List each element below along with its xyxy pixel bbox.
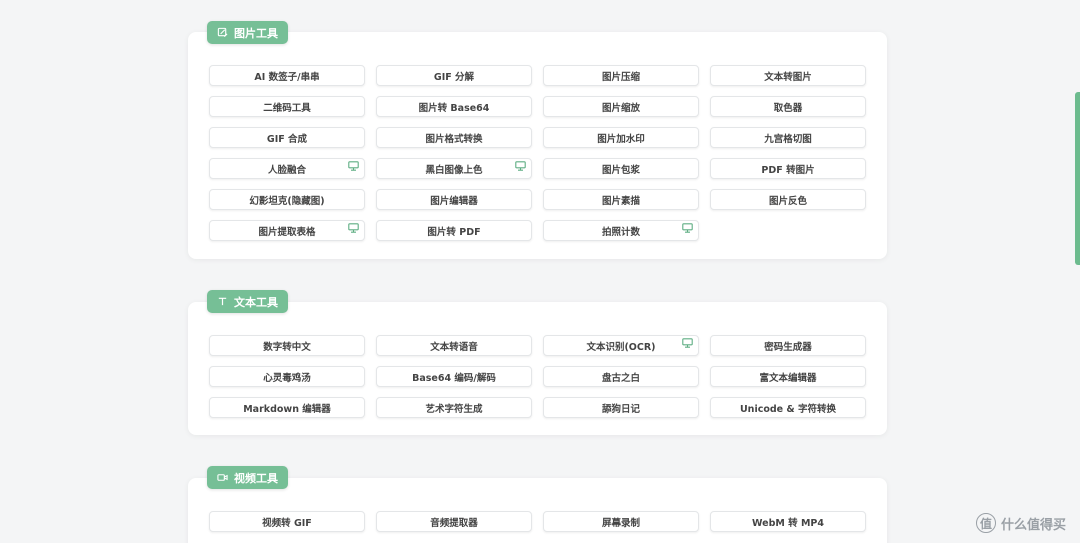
tool-label: Base64 编码/解码 — [412, 372, 496, 384]
tool-button[interactable]: Unicode & 字符转换 — [710, 397, 866, 418]
desktop-icon — [348, 161, 359, 171]
tool-button[interactable]: PDF 转图片 — [710, 158, 866, 179]
tool-button[interactable]: 图片加水印 — [543, 127, 699, 148]
tool-label: 九宫格切图 — [764, 133, 812, 145]
tool-label: 图片缩放 — [601, 102, 640, 114]
tool-button[interactable]: 黑白图像上色 — [376, 158, 532, 179]
tool-label: 二维码工具 — [263, 102, 311, 114]
tool-button[interactable]: 音频提取器 — [376, 511, 532, 532]
tool-label: 视频转 GIF — [262, 517, 312, 529]
image-edit-icon — [217, 27, 228, 38]
desktop-icon — [515, 161, 526, 171]
tool-label: 文本转语音 — [430, 341, 478, 353]
tool-button[interactable]: 数字转中文 — [209, 335, 365, 356]
tool-button[interactable]: 富文本编辑器 — [710, 366, 866, 387]
tool-label: 图片压缩 — [601, 71, 640, 83]
desktop-icon — [348, 223, 359, 233]
section-title: 文本工具 — [234, 295, 278, 309]
tool-button[interactable]: 密码生成器 — [710, 335, 866, 356]
tool-label: 艺术字符生成 — [425, 403, 483, 415]
tool-button[interactable]: 文本识别(OCR) — [543, 335, 699, 356]
watermark-logo: 值 — [975, 513, 996, 533]
tool-button[interactable]: 九宫格切图 — [710, 127, 866, 148]
tool-label: 黑白图像上色 — [425, 164, 483, 176]
tool-button[interactable]: 心灵毒鸡汤 — [209, 366, 365, 387]
tool-label: GIF 合成 — [266, 133, 308, 145]
tool-label: 图片提取表格 — [258, 226, 316, 238]
tool-button[interactable]: 舔狗日记 — [543, 397, 699, 418]
tool-label: 数字转中文 — [263, 341, 311, 353]
tool-label: 人脸融合 — [267, 164, 306, 176]
tool-button[interactable]: 盘古之白 — [543, 366, 699, 387]
image-tools-header: 图片工具 — [207, 21, 288, 44]
tool-button[interactable]: GIF 分解 — [376, 65, 532, 86]
desktop-icon — [682, 338, 693, 348]
section-title: 图片工具 — [234, 26, 278, 40]
tool-button[interactable]: 幻影坦克(隐藏图) — [209, 189, 365, 210]
tool-label: 图片素描 — [601, 195, 640, 207]
tool-label: PDF 转图片 — [761, 164, 815, 176]
tool-button[interactable]: 图片编辑器 — [376, 189, 532, 210]
video-camera-icon — [217, 472, 228, 483]
tool-label: 图片编辑器 — [430, 195, 478, 207]
tool-button[interactable]: 拍照计数 — [543, 220, 699, 241]
tool-label: 拍照计数 — [601, 226, 640, 238]
tool-label: 文本识别(OCR) — [586, 341, 656, 353]
tool-label: 心灵毒鸡汤 — [263, 372, 311, 384]
tool-label: 图片格式转换 — [425, 133, 483, 145]
tool-button[interactable]: 文本转语音 — [376, 335, 532, 356]
video-tools-grid: 视频转 GIF 音频提取器 屏幕录制 WebM 转 MP4 — [209, 511, 866, 532]
tool-button[interactable]: 图片格式转换 — [376, 127, 532, 148]
tool-button[interactable]: 图片压缩 — [543, 65, 699, 86]
tool-label: AI 数签子/串串 — [254, 71, 320, 83]
tool-button[interactable]: 图片反色 — [710, 189, 866, 210]
tool-button[interactable]: 屏幕录制 — [543, 511, 699, 532]
tool-button[interactable]: 图片转 Base64 — [376, 96, 532, 117]
tool-label: 盘古之白 — [601, 372, 640, 384]
tool-button[interactable]: 取色器 — [710, 96, 866, 117]
tool-button[interactable]: 图片转 PDF — [376, 220, 532, 241]
tool-label: 图片反色 — [768, 195, 807, 207]
watermark-text: 什么值得买 — [1000, 517, 1066, 533]
text-icon — [217, 296, 228, 307]
scrollbar-thumb[interactable] — [1075, 92, 1080, 265]
text-tools-grid: 数字转中文 文本转语音 文本识别(OCR) 密码生成器心灵毒鸡汤 Base64 编码/解… — [209, 335, 866, 418]
tool-label: GIF 分解 — [433, 71, 475, 83]
tool-label: Unicode & 字符转换 — [739, 403, 837, 415]
tool-button[interactable]: 图片包浆 — [543, 158, 699, 179]
tool-button[interactable]: WebM 转 MP4 — [710, 511, 866, 532]
tool-label: 密码生成器 — [764, 341, 812, 353]
tool-label: 幻影坦克(隐藏图) — [249, 195, 325, 207]
text-tools-header: 文本工具 — [207, 290, 288, 313]
video-tools-header: 视频工具 — [207, 466, 288, 489]
tool-button[interactable]: 文本转图片 — [710, 65, 866, 86]
tool-button[interactable]: 二维码工具 — [209, 96, 365, 117]
tool-label: 图片加水印 — [597, 133, 645, 145]
tool-button[interactable]: Base64 编码/解码 — [376, 366, 532, 387]
tool-label: Markdown 编辑器 — [243, 403, 331, 415]
image-tools-grid: AI 数签子/串串 GIF 分解 图片压缩 文本转图片二维码工具 图片转 Base64 图… — [209, 65, 866, 241]
section-title: 视频工具 — [234, 471, 278, 485]
tool-button[interactable]: 视频转 GIF — [209, 511, 365, 532]
tool-label: WebM 转 MP4 — [752, 517, 824, 529]
tool-label: 音频提取器 — [430, 517, 478, 529]
tool-button[interactable]: AI 数签子/串串 — [209, 65, 365, 86]
tool-button[interactable]: 图片素描 — [543, 189, 699, 210]
tool-label: 图片转 Base64 — [418, 102, 490, 114]
tool-button[interactable]: 图片提取表格 — [209, 220, 365, 241]
tool-label: 文本转图片 — [764, 71, 812, 83]
tool-button[interactable]: GIF 合成 — [209, 127, 365, 148]
tool-label: 图片包浆 — [601, 164, 640, 176]
tool-label: 富文本编辑器 — [759, 372, 817, 384]
watermark: 值 什么值得买 — [975, 513, 1066, 533]
desktop-icon — [682, 223, 693, 233]
tool-button[interactable]: 图片缩放 — [543, 96, 699, 117]
tool-button[interactable]: 艺术字符生成 — [376, 397, 532, 418]
tool-label: 屏幕录制 — [601, 517, 640, 529]
tool-button[interactable]: 人脸融合 — [209, 158, 365, 179]
tool-button[interactable]: Markdown 编辑器 — [209, 397, 365, 418]
tool-label: 取色器 — [773, 102, 803, 114]
tool-label: 图片转 PDF — [427, 226, 481, 238]
tool-label: 舔狗日记 — [601, 403, 640, 415]
